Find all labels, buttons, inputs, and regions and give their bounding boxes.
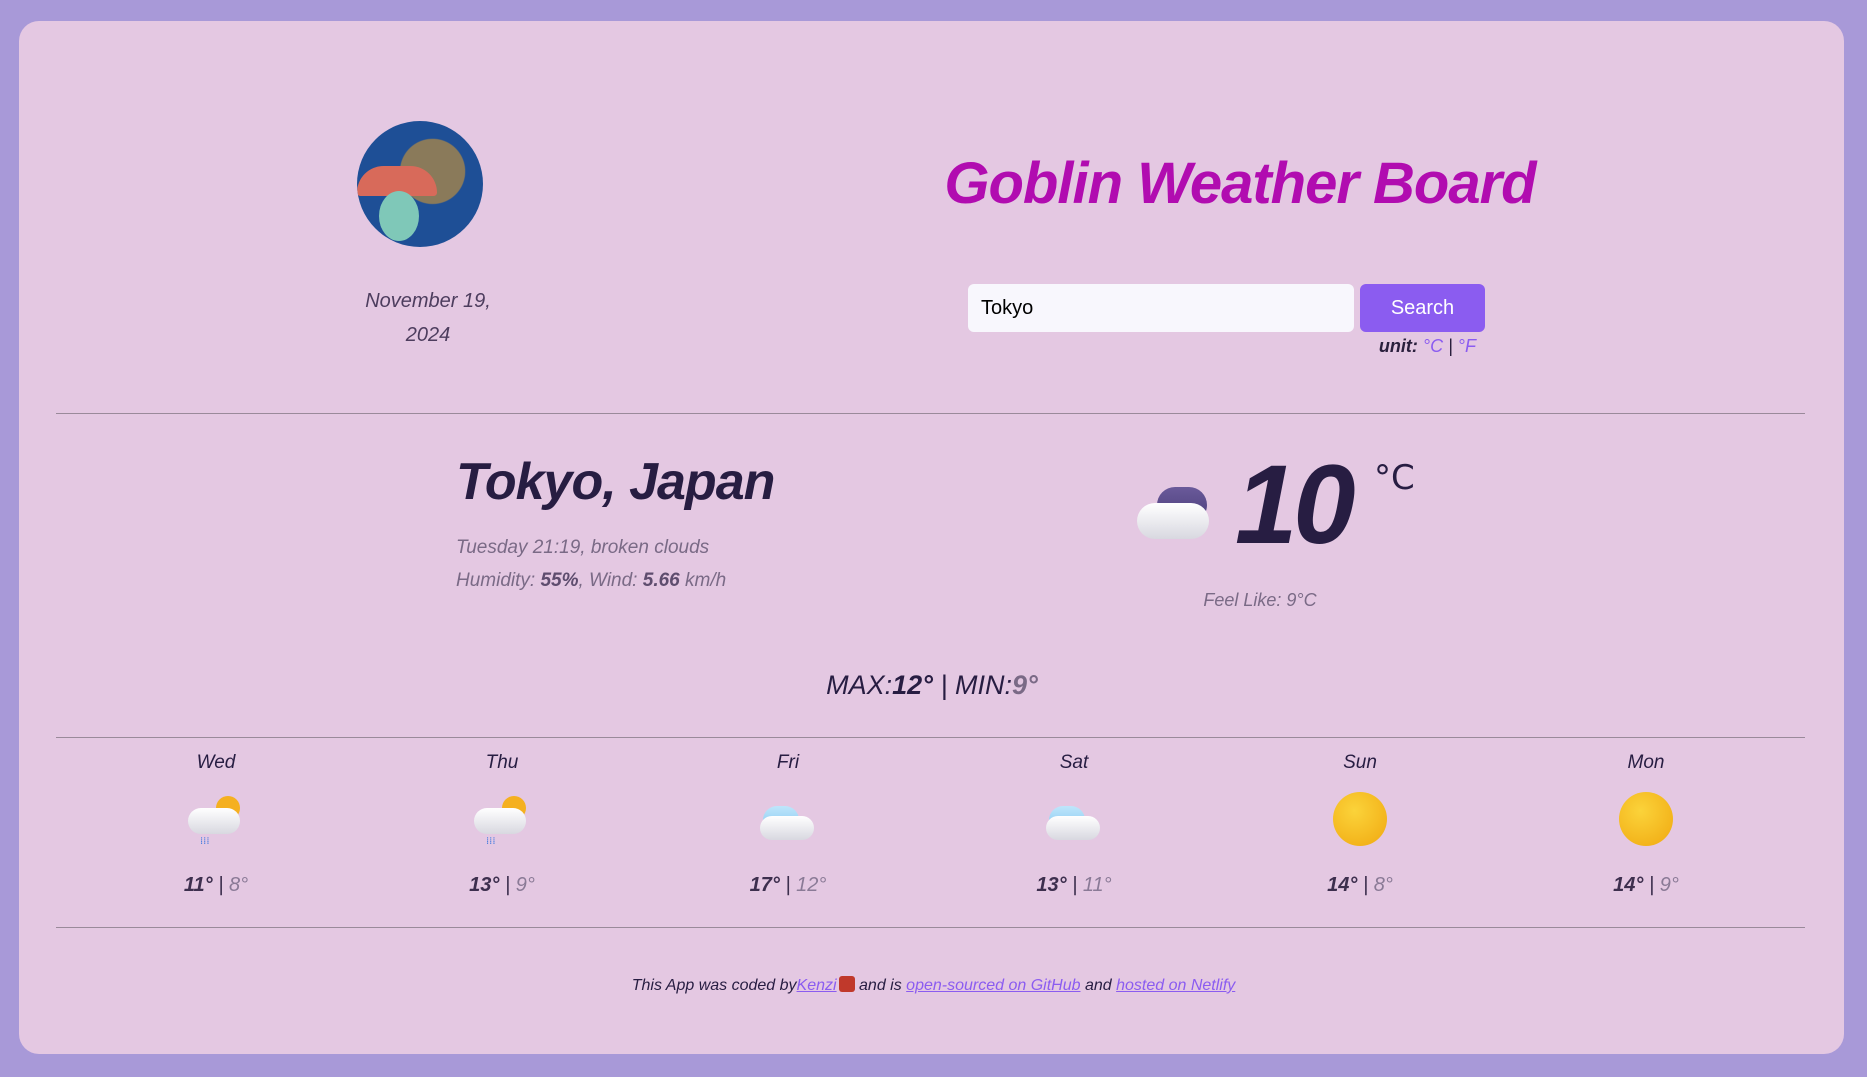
forecast-temps: 13° | 11°: [1036, 874, 1112, 896]
rain-sun-icon: ⁞⁞⁞: [186, 792, 246, 852]
celsius-link[interactable]: °C: [1423, 336, 1443, 356]
forecast-high: 14°: [1613, 874, 1644, 896]
min-value: 9°: [1012, 670, 1038, 700]
fahrenheit-link[interactable]: °F: [1458, 336, 1476, 356]
current-temperature: 10: [1235, 442, 1356, 567]
cloud-icon: [758, 792, 818, 852]
forecast-low: 8°: [228, 874, 249, 896]
wind-value: 5.66: [642, 570, 680, 591]
max-label: MAX:: [826, 670, 893, 700]
forecast-high: 11°: [183, 874, 213, 896]
weather-description: Tuesday 21:19, broken clouds: [456, 537, 710, 558]
forecast-day: Mon 14° | 9°: [1546, 752, 1746, 897]
forecast-day-name: Sun: [1343, 752, 1377, 773]
broken-clouds-icon: [1135, 485, 1215, 541]
forecast-low: 8°: [1373, 874, 1393, 896]
wind-unit: km/h: [685, 570, 727, 591]
forecast-day: Sun 14° | 8°: [1260, 752, 1460, 897]
forecast-day: Thu ⁞⁞⁞ 13° | 9°: [402, 752, 602, 897]
max-value: 12°: [892, 670, 933, 700]
page-title: Goblin Weather Board: [944, 151, 1536, 216]
footer-text: This App was coded by: [631, 977, 797, 994]
sun-icon: [1616, 792, 1676, 852]
unit-separator: |: [1448, 336, 1453, 356]
rain-sun-icon: ⁞⁞⁞: [472, 792, 532, 852]
forecast-high: 13°: [469, 874, 500, 896]
forecast-high: 13°: [1036, 874, 1067, 896]
forecast-temps: 17° | 12°: [749, 874, 827, 896]
netlify-link[interactable]: hosted on Netlify: [1116, 977, 1235, 994]
divider: [56, 413, 1805, 414]
footer-text: and: [1080, 977, 1117, 994]
search-button[interactable]: Search: [1360, 284, 1485, 332]
footer-text: and is: [854, 977, 907, 994]
city-search-input[interactable]: [968, 284, 1354, 332]
forecast-high: 14°: [1327, 874, 1358, 896]
forecast-temps: 14° | 8°: [1327, 874, 1393, 896]
feels-like: Feel Like: 9°C: [1203, 590, 1317, 610]
forecast-day-name: Thu: [485, 752, 519, 773]
forecast-low: 9°: [1659, 874, 1679, 896]
divider: [56, 927, 1805, 928]
forecast-temps: 11° | 8°: [183, 874, 249, 896]
author-link[interactable]: Kenzi: [797, 977, 837, 994]
github-link[interactable]: open-sourced on GitHub: [906, 977, 1080, 994]
goblin-icon: [838, 976, 855, 992]
footer: This App was coded byKenzi and is open-s…: [0, 976, 1867, 995]
forecast-day-name: Wed: [196, 752, 236, 773]
forecast-day: Fri 17° | 12°: [688, 752, 888, 897]
wind-label: , Wind:: [578, 570, 638, 591]
forecast-day: Sat 13° | 11°: [974, 752, 1174, 897]
forecast-low: 11°: [1082, 874, 1112, 896]
avatar: [357, 121, 483, 247]
city-name: Tokyo, Japan: [456, 453, 775, 511]
unit-switcher: unit: °C | °F: [1340, 336, 1476, 357]
max-min-temperature: MAX:12° | MIN:9°: [732, 670, 1132, 701]
current-date: November 19, 2024: [328, 284, 528, 352]
sun-icon: [1330, 792, 1390, 852]
forecast-day-name: Mon: [1627, 752, 1665, 773]
humidity-wind: Humidity: 55%, Wind: 5.66 km/h: [456, 570, 726, 592]
divider: [56, 737, 1805, 738]
temperature-unit: °C: [1374, 458, 1415, 498]
forecast-day: Wed ⁞⁞⁞ 11° | 8°: [116, 752, 316, 897]
unit-label: unit:: [1378, 336, 1418, 356]
forecast-low: 9°: [515, 874, 535, 896]
forecast-low: 12°: [796, 874, 827, 896]
min-label: MIN:: [955, 670, 1013, 700]
forecast-high: 17°: [749, 874, 780, 896]
cloud-icon: [1044, 792, 1104, 852]
forecast-temps: 14° | 9°: [1613, 874, 1679, 896]
forecast-day-name: Sat: [1059, 752, 1089, 773]
forecast-day-name: Fri: [776, 752, 800, 773]
humidity-value: 55%: [540, 570, 579, 591]
date-line: November 19,: [365, 290, 491, 312]
separator: |: [940, 670, 948, 700]
date-line: 2024: [405, 324, 451, 346]
forecast-temps: 13° | 9°: [469, 874, 535, 896]
humidity-label: Humidity:: [456, 570, 536, 591]
